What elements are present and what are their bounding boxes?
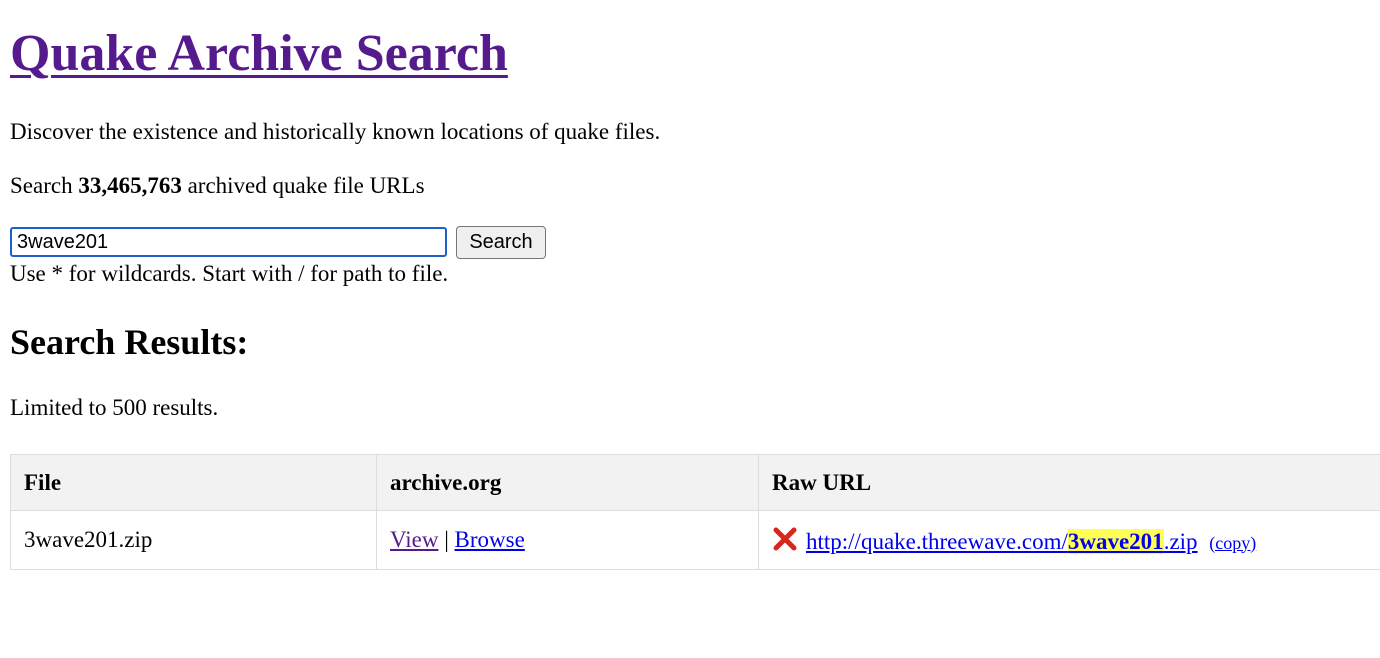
file-cell: 3wave201.zip bbox=[10, 510, 377, 570]
page-title: Quake Archive Search bbox=[10, 22, 508, 86]
results-table: File archive.org Raw URL 3wave201.zip Vi… bbox=[10, 454, 1380, 570]
red-x-icon bbox=[772, 526, 798, 552]
count-prefix: Search bbox=[10, 173, 73, 198]
archive-count: 33,465,763 bbox=[78, 173, 182, 198]
results-heading: Search Results: bbox=[10, 322, 249, 362]
copy-link[interactable]: (copy) bbox=[1209, 533, 1256, 553]
archive-count-line: Search 33,465,763 archived quake file UR… bbox=[10, 172, 425, 200]
title-link[interactable]: Quake Archive Search bbox=[10, 25, 508, 82]
column-header-file: File bbox=[10, 454, 377, 511]
column-header-archive-org: archive.org bbox=[376, 454, 759, 511]
search-input[interactable] bbox=[10, 227, 447, 257]
table-header-row: File archive.org Raw URL bbox=[10, 454, 1380, 511]
search-button[interactable]: Search bbox=[456, 226, 546, 259]
raw-url-cell: http://quake.threewave.com/3wave201.zip … bbox=[758, 510, 1380, 570]
view-link[interactable]: View bbox=[390, 527, 438, 552]
raw-url-link[interactable]: http://quake.threewave.com/3wave201.zip bbox=[806, 528, 1198, 554]
archive-cell: View | Browse bbox=[376, 510, 759, 570]
url-suffix: .zip bbox=[1163, 528, 1198, 554]
url-match-highlight: 3wave201 bbox=[1067, 528, 1164, 554]
table-row: 3wave201.zip View | Browse http://quake.… bbox=[10, 510, 1380, 570]
count-suffix: archived quake file URLs bbox=[187, 173, 425, 198]
tagline: Discover the existence and historically … bbox=[10, 119, 661, 144]
column-header-raw-url: Raw URL bbox=[758, 454, 1380, 511]
link-separator: | bbox=[444, 527, 449, 552]
browse-link[interactable]: Browse bbox=[455, 527, 525, 552]
search-hint: Use * for wildcards. Start with / for pa… bbox=[10, 261, 449, 286]
url-prefix: http://quake.threewave.com/ bbox=[806, 528, 1068, 554]
results-limit-note: Limited to 500 results. bbox=[10, 395, 219, 420]
